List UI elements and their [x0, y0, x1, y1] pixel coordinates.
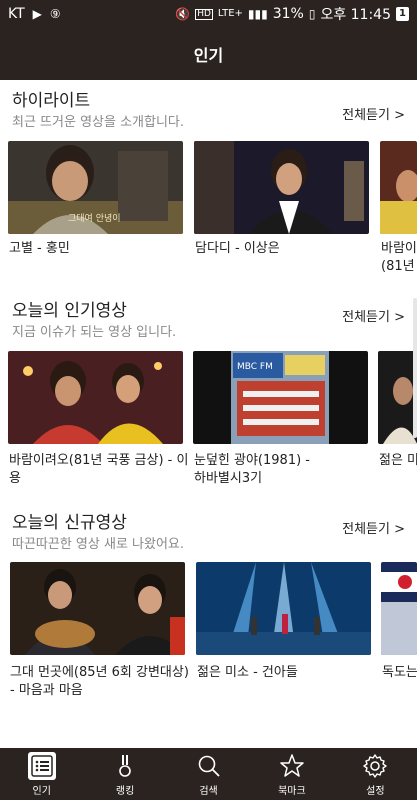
section-title: 하이라이트 [12, 91, 91, 111]
video-caption[interactable]: 그대 먼곳에(85년 6회 강변대상) - 마음과 마음 [10, 664, 190, 700]
svg-text:MBC FM: MBC FM [237, 362, 273, 372]
tab-label: 북마크 [278, 785, 306, 797]
video-thumbnail[interactable] [10, 562, 185, 655]
tab-popular[interactable]: 인기 [0, 748, 83, 800]
scrollbar[interactable] [413, 298, 417, 438]
page-title: 인기 [193, 46, 224, 65]
battery-percent: 31% [272, 6, 304, 22]
video-caption[interactable]: 바람이려오(81년 국풍 금상) - 이용 [9, 452, 189, 488]
main-content[interactable]: 하이라이트 최근 뜨거운 영상을 소개합니다. 전체듣기 > 그대여 안녕이 고… [0, 80, 417, 748]
section-title: 오늘의 신규영상 [12, 513, 127, 533]
video-thumbnail[interactable] [381, 562, 417, 655]
tab-label: 설정 [366, 785, 385, 797]
tab-label: 검색 [199, 785, 218, 797]
section-subtitle: 지금 이슈가 되는 영상 입니다. [12, 325, 177, 340]
section-subtitle: 따끈따끈한 영상 새로 나왔어요. [12, 537, 185, 552]
video-thumbnail[interactable]: 그대여 안녕이 [8, 141, 183, 234]
video-thumbnail[interactable] [378, 351, 417, 444]
clock: 오후 11:45 [320, 7, 391, 23]
section-title: 오늘의 인기영상 [12, 301, 127, 321]
video-thumbnail[interactable]: MBC FM [193, 351, 368, 444]
play-store-icon: ▶ [32, 7, 42, 21]
video-caption[interactable]: 눈덮힌 광야(1981) - 하바별시3기 [194, 452, 324, 488]
mute-icon: 🔇 [175, 7, 191, 21]
signal-icon: ▮▮▮ [247, 7, 268, 21]
video-thumbnail[interactable] [194, 141, 369, 234]
video-caption[interactable]: 독도는 우리땅 - 정광태 [382, 664, 417, 682]
see-all-link[interactable]: 전체듣기 > [342, 306, 405, 325]
video-caption[interactable]: 바람이려오(81년 국풍 금상) - 이용 [381, 240, 417, 276]
gear-icon [361, 752, 389, 780]
hd-icon: HD [195, 8, 213, 20]
status-bar: KT ▶ ⑨ 🔇 HD LTE+ ▮▮▮ 31% ▯ 오후 11:45 1 [0, 0, 417, 28]
status-badge: 1 [396, 7, 409, 21]
section-subtitle: 최근 뜨거운 영상을 소개합니다. [12, 115, 185, 130]
see-all-link[interactable]: 전체듣기 > [342, 104, 405, 123]
tab-search[interactable]: 검색 [167, 748, 250, 800]
tab-label: 랭킹 [115, 785, 135, 797]
tab-settings[interactable]: 설정 [334, 748, 417, 800]
tab-bookmark[interactable]: 북마크 [250, 748, 333, 800]
notification-icon: ⑨ [49, 7, 61, 21]
video-caption[interactable]: 젊은 미소 - 건아들 [197, 664, 372, 682]
carrier-label: KT [8, 6, 25, 22]
video-caption[interactable]: 담다디 - 이상은 [195, 240, 370, 258]
video-caption[interactable]: 젊은 미소 - 건아들 [379, 452, 417, 470]
status-right: 🔇 HD LTE+ ▮▮▮ 31% ▯ 오후 11:45 1 [175, 4, 409, 24]
network-label: LTE+ [217, 8, 243, 19]
tab-ranking[interactable]: 랭킹 [83, 748, 166, 800]
list-icon [27, 751, 56, 780]
search-icon [195, 752, 223, 780]
status-left: KT ▶ ⑨ [8, 6, 61, 22]
tab-label: 인기 [32, 785, 51, 797]
medal-icon [111, 752, 139, 780]
video-thumbnail[interactable] [8, 351, 183, 444]
see-all-link[interactable]: 전체듣기 > [342, 518, 405, 537]
video-thumbnail[interactable] [196, 562, 371, 655]
battery-icon: ▯ [308, 7, 316, 21]
app-bar: 인기 [0, 28, 417, 80]
video-caption[interactable]: 고별 - 홍민 [9, 240, 184, 258]
star-icon [278, 752, 306, 780]
bottom-tab-bar: 인기 랭킹 검색 북마크 설정 [0, 748, 417, 800]
svg-text:그대여 안녕이: 그대여 안녕이 [68, 212, 121, 224]
video-thumbnail[interactable] [380, 141, 417, 234]
